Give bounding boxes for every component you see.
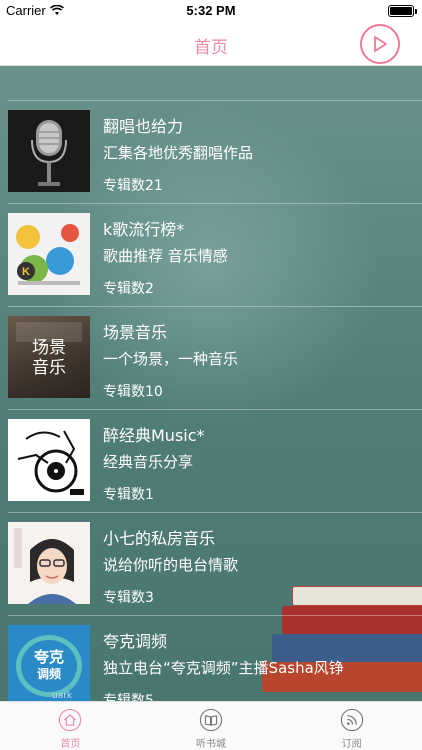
- svg-text:K: K: [22, 266, 30, 278]
- page-title: 首页: [194, 38, 228, 58]
- quark-image: 夸克 调频 uark: [8, 625, 90, 707]
- album-count: 专辑数10: [103, 384, 163, 400]
- k-song-image: K: [8, 213, 90, 295]
- battery-icon: [388, 5, 417, 17]
- tab-bookstore-label: 听书城: [196, 739, 226, 750]
- album-thumbnail: 夸克 调频 uark: [8, 625, 90, 707]
- home-icon: [59, 708, 82, 732]
- row-separator: [8, 203, 422, 204]
- turntable-image: [8, 419, 90, 501]
- album-name: k歌流行榜*: [103, 220, 185, 239]
- album-name: 翻唱也给力: [103, 117, 184, 136]
- album-thumbnail: 场景 音乐: [8, 316, 90, 398]
- tab-bar: 首页 听书城 订阅: [0, 701, 422, 750]
- portrait-image: [8, 522, 90, 604]
- tab-home[interactable]: 首页: [0, 702, 141, 750]
- album-name: 场景音乐: [103, 323, 168, 342]
- album-name: 醉经典Music*: [103, 426, 205, 445]
- album-thumbnail: [8, 110, 90, 192]
- row-separator: [8, 409, 422, 410]
- album-row[interactable]: K k歌流行榜* 歌曲推荐 音乐情感 专辑数2: [0, 203, 422, 306]
- row-separator: [8, 306, 422, 307]
- tab-subscribe-label: 订阅: [341, 739, 362, 750]
- scene-thumb-line1: 场景: [32, 338, 66, 358]
- status-time: 5:32 PM: [186, 3, 236, 18]
- album-row[interactable]: 醉经典Music* 经典音乐分享 专辑数1: [0, 409, 422, 512]
- album-count: 专辑数21: [103, 178, 163, 194]
- album-count: 专辑数2: [103, 281, 154, 297]
- play-button[interactable]: [360, 24, 400, 64]
- subscribe-icon: [340, 708, 363, 732]
- tab-bookstore[interactable]: 听书城: [141, 702, 282, 750]
- row-separator: [8, 512, 422, 513]
- quark-thumb-line3: uark: [52, 691, 73, 701]
- status-bar: Carrier 5:32 PM: [0, 0, 422, 22]
- scene-thumb-line2: 音乐: [32, 358, 66, 378]
- album-thumbnail: [8, 522, 90, 604]
- album-row[interactable]: 翻唱也给力 汇集各地优秀翻唱作品 专辑数21: [0, 100, 422, 203]
- album-list: 翻唱也给力 汇集各地优秀翻唱作品 专辑数21 K k歌流行榜* 歌曲推荐 音乐情…: [0, 100, 422, 718]
- quark-thumb-line2: 调频: [36, 667, 61, 681]
- album-thumbnail: [8, 419, 90, 501]
- microphone-image: [8, 110, 90, 192]
- quark-thumb-line1: 夸克: [33, 648, 64, 666]
- album-thumbnail: K: [8, 213, 90, 295]
- album-description: 一个场景，一种音乐: [103, 350, 239, 368]
- scene-image: 场景 音乐: [8, 316, 90, 398]
- navigation-bar: 首页: [0, 22, 422, 66]
- album-description: 汇集各地优秀翻唱作品: [103, 144, 254, 162]
- album-description: 经典音乐分享: [103, 453, 194, 471]
- play-icon: [374, 36, 387, 52]
- album-row[interactable]: 场景 音乐 场景音乐 一个场景，一种音乐 专辑数10: [0, 306, 422, 409]
- album-description: 歌曲推荐 音乐情感: [103, 247, 228, 265]
- album-count: 专辑数1: [103, 487, 154, 503]
- tab-home-label: 首页: [60, 739, 81, 750]
- album-count: 专辑数3: [103, 590, 154, 606]
- album-name: 夸克调频: [103, 632, 168, 651]
- album-row[interactable]: 小七的私房音乐 说给你听的电台情歌 专辑数3: [0, 512, 422, 615]
- album-description: 独立电台“夸克调频”主播Sasha风铮: [103, 659, 344, 677]
- album-description: 说给你听的电台情歌: [103, 556, 239, 574]
- row-separator: [8, 615, 422, 616]
- tab-subscribe[interactable]: 订阅: [281, 702, 422, 750]
- row-separator: [8, 100, 422, 101]
- book-icon: [199, 708, 223, 732]
- album-name: 小七的私房音乐: [103, 529, 216, 548]
